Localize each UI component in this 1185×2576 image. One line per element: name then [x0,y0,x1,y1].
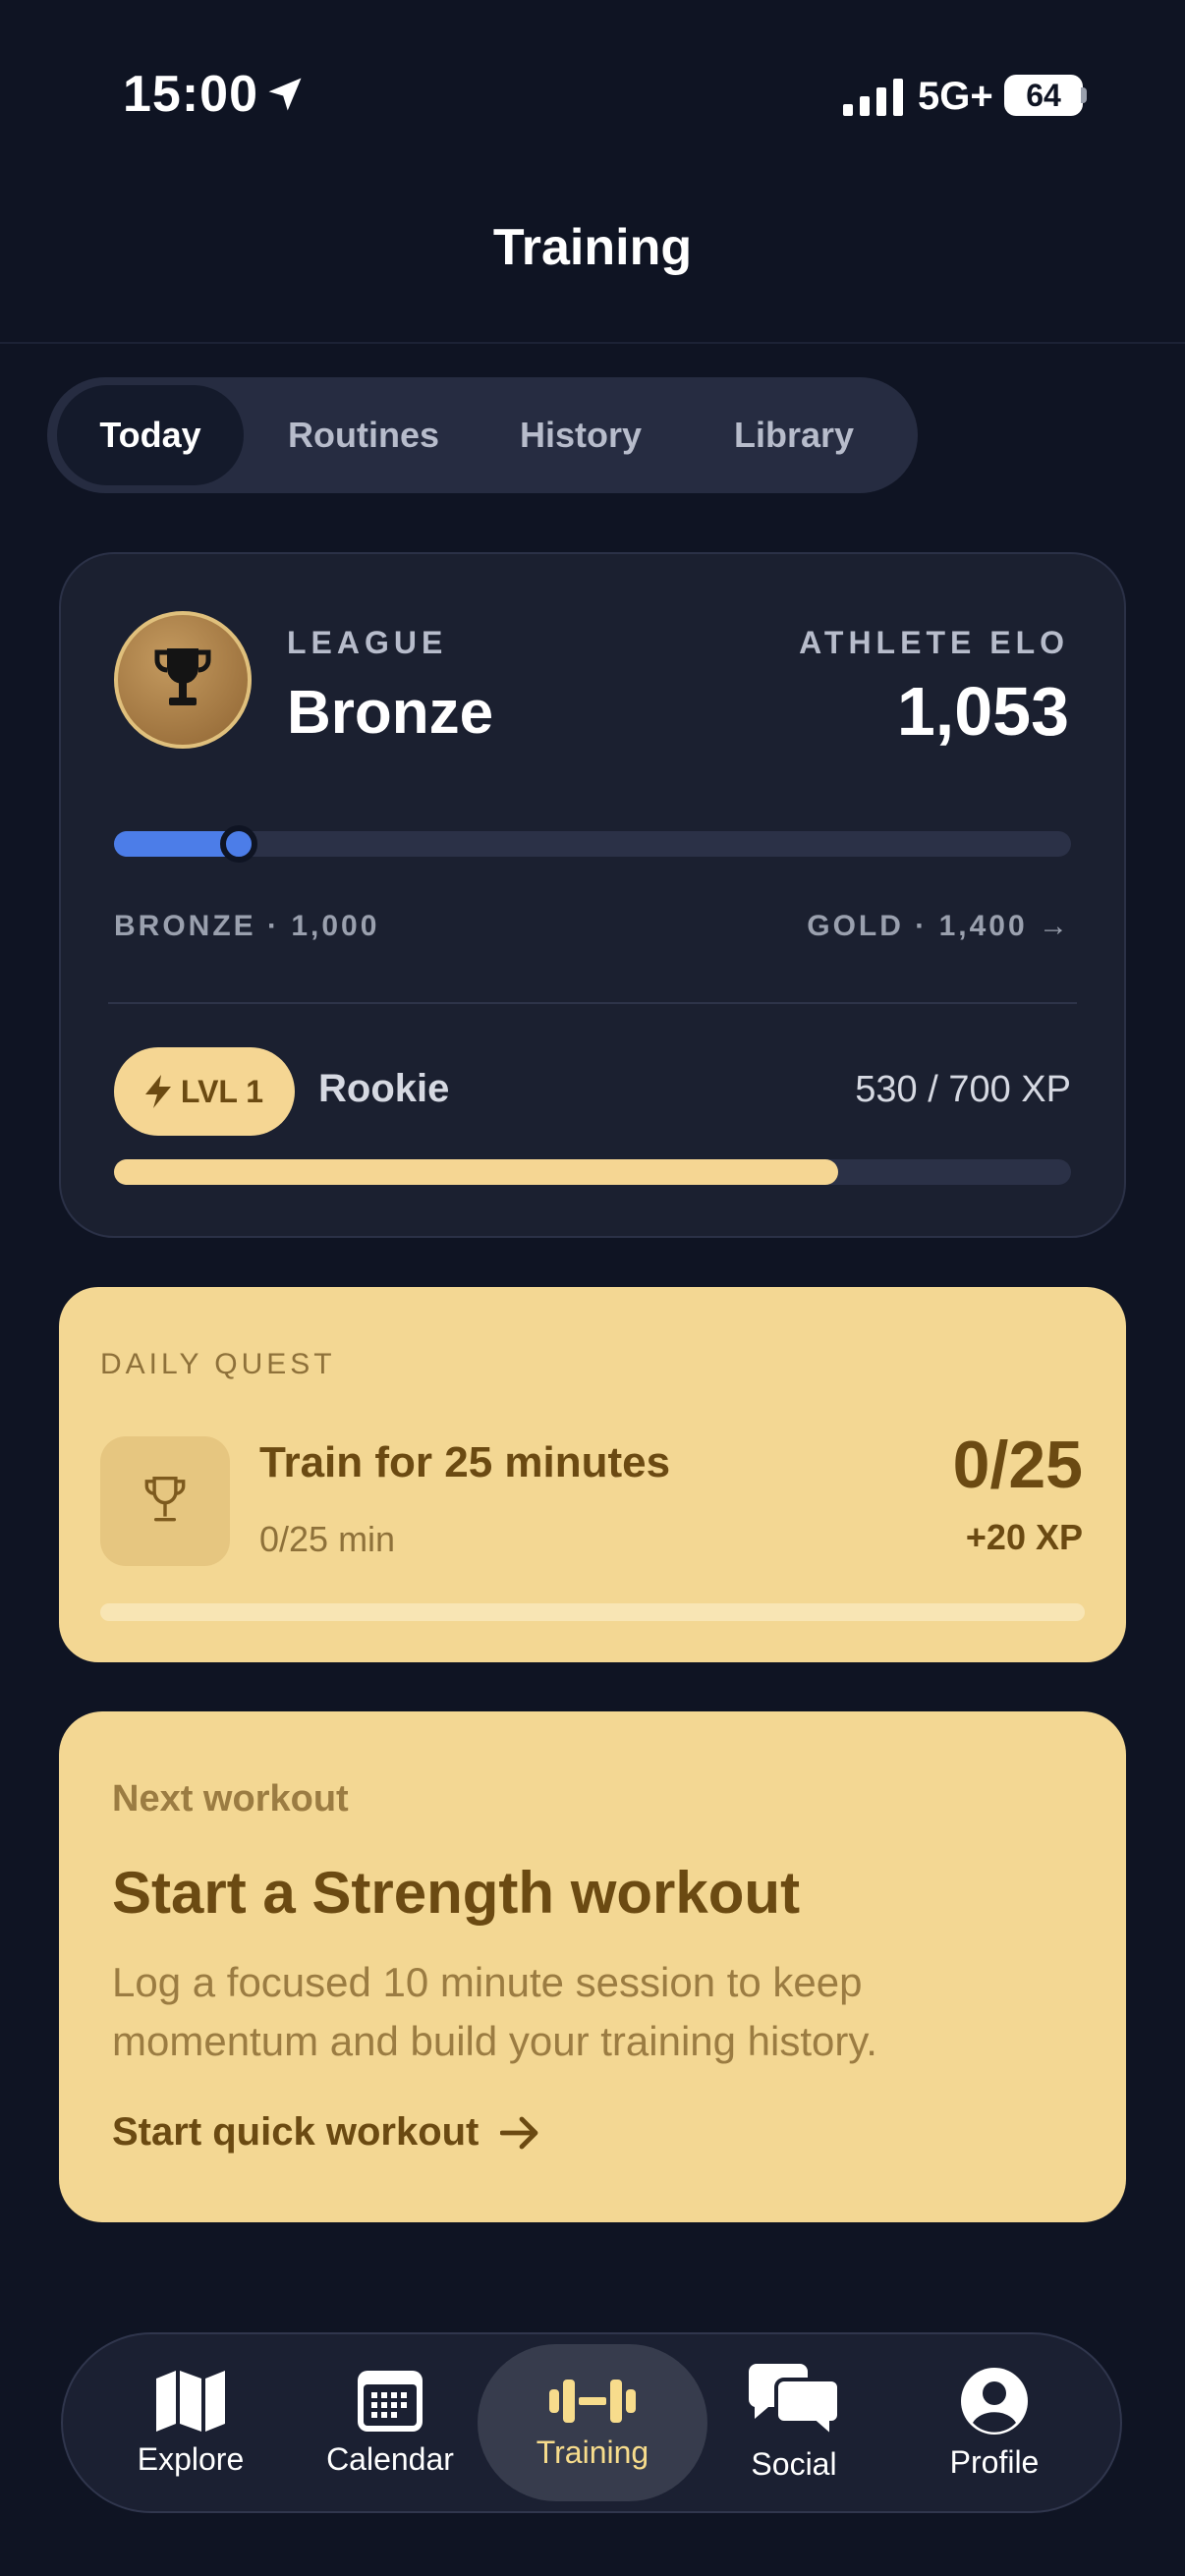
next-workout-description: Log a focused 10 minute session to keep … [112,1959,877,2064]
daily-quest-label: DAILY QUEST [100,1348,336,1380]
battery-level: 64 [1026,77,1061,113]
tab-today[interactable]: Today [57,385,244,485]
level-badge: LVL 1 [114,1047,295,1136]
nav-calendar[interactable]: Calendar [316,2344,464,2501]
quest-count: 0/25 [952,1428,1083,1502]
lightning-icon [144,1075,171,1108]
arrow-right-icon [500,2116,538,2149]
profile-icon [961,2367,1028,2435]
next-workout-label: Next workout [112,1778,349,1820]
battery-cap [1081,87,1087,103]
chat-bubbles-icon [748,2363,841,2438]
header-divider [0,342,1185,344]
quest-title: Train for 25 minutes [259,1438,671,1486]
location-arrow-icon [268,78,302,111]
nav-explore[interactable]: Explore [122,2344,259,2501]
signal-icon [843,79,903,116]
page-title: Training [492,219,693,276]
league-medal [114,611,252,749]
segmented-tabs: Today Routines History Library [47,377,918,493]
level-badge-label: LVL 1 [180,1073,264,1109]
start-quick-workout-label: Start quick workout [112,2110,480,2154]
map-icon [156,2370,225,2432]
start-quick-workout-link[interactable]: Start quick workout [112,2110,539,2155]
trophy-outline-icon [144,1476,186,1522]
xp-progress-fill [114,1159,838,1185]
nav-social-label: Social [751,2445,837,2482]
nav-training[interactable]: Training [478,2344,707,2501]
status-time: 15:00 [123,66,258,123]
tab-library[interactable]: Library [696,385,892,485]
elo-range-end: GOLD · 1,400 → [807,910,1071,942]
nav-explore-label: Explore [137,2440,245,2477]
quest-icon-box [100,1436,230,1566]
elo-progress-knob [220,825,257,863]
nav-profile[interactable]: Profile [926,2344,1063,2501]
card-divider [108,1002,1077,1004]
xp-text: 530 / 700 XP [855,1069,1071,1110]
next-workout-title: Start a Strength workout [112,1860,801,1926]
elo-value: 1,053 [896,673,1069,750]
nav-profile-label: Profile [949,2443,1040,2480]
calendar-icon [358,2370,423,2432]
tab-history[interactable]: History [487,385,674,485]
elo-range-start: BRONZE · 1,000 [114,910,380,942]
nav-training-label: Training [536,2434,649,2470]
tab-routines[interactable]: Routines [263,385,464,485]
league-name: Bronze [287,679,494,747]
league-label: LEAGUE [287,625,448,660]
elo-label: ATHLETE ELO [799,625,1069,660]
elo-progress-track [114,831,1071,857]
quest-reward: +20 XP [965,1517,1083,1557]
battery-icon: 64 [1004,75,1083,116]
dumbbell-icon [549,2379,636,2423]
nav-social[interactable]: Social [727,2344,861,2501]
nav-calendar-label: Calendar [326,2440,454,2477]
quest-subtitle: 0/25 min [259,1519,396,1559]
trophy-icon [154,648,211,705]
quest-progress-track [100,1603,1085,1621]
rank-title: Rookie [318,1067,450,1110]
network-type: 5G+ [918,75,993,118]
